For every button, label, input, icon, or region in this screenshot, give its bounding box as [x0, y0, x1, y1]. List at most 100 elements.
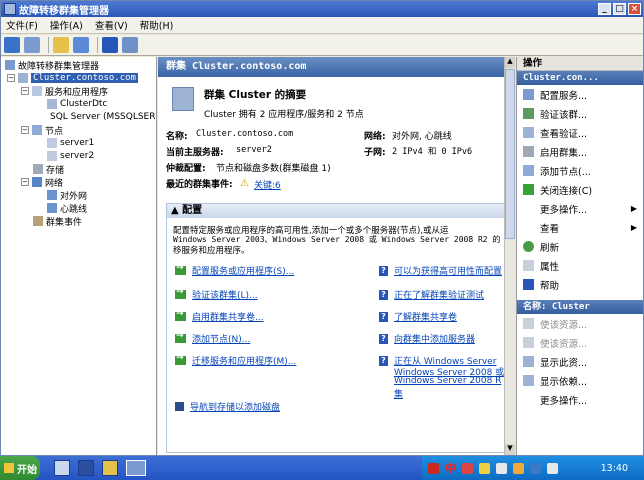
- tree-cluster[interactable]: − Cluster.contoso.com: [7, 72, 138, 84]
- action-show-report[interactable]: 显示此资...: [517, 352, 643, 371]
- tree-network-heartbeat[interactable]: 心跳线: [47, 202, 87, 215]
- help-add-server-link[interactable]: 向群集中添加服务器: [394, 332, 475, 345]
- add-disk-row[interactable]: 导航到存储以添加磁盘: [175, 400, 280, 413]
- menu-action[interactable]: 操作(A): [50, 18, 83, 32]
- action-more-2[interactable]: 更多操作...: [517, 390, 643, 409]
- add-disk-link[interactable]: 导航到存储以添加磁盘: [190, 400, 280, 413]
- back-icon[interactable]: [4, 37, 20, 53]
- tree-services[interactable]: − 服务和应用程序: [21, 85, 108, 98]
- action-help[interactable]: 帮助: [517, 275, 643, 294]
- help-validation-link[interactable]: 正在了解群集验证测试: [394, 288, 484, 301]
- scroll-up-icon[interactable]: ▲: [505, 57, 515, 68]
- help-csv-row[interactable]: ? 了解群集共享卷: [379, 310, 457, 323]
- tree-service-clusterdtc[interactable]: ClusterDtc: [47, 98, 107, 110]
- quorum-label: 仲裁配置:: [166, 164, 206, 174]
- help-icon: [523, 279, 534, 290]
- menu-help[interactable]: 帮助(H): [140, 18, 174, 32]
- action-properties[interactable]: 属性: [517, 256, 643, 275]
- enable-csv-row[interactable]: 启用群集共享卷...: [175, 309, 264, 323]
- tree-nodes[interactable]: − 节点: [21, 124, 63, 137]
- configure-service-link[interactable]: 配置服务或应用程序(S)...: [192, 264, 294, 277]
- network-tray-icon[interactable]: [530, 462, 541, 474]
- tray-icon[interactable]: [513, 462, 524, 474]
- add-node-link[interactable]: 添加节点(N)...: [192, 332, 250, 345]
- close-button[interactable]: ×: [628, 3, 641, 15]
- validate-cluster-link[interactable]: 验证该群集(L)...: [192, 288, 258, 301]
- start-button[interactable]: 开始: [0, 456, 40, 480]
- tray-icon[interactable]: [462, 462, 473, 474]
- show-action-pane-icon[interactable]: [122, 37, 138, 53]
- action-view-validation[interactable]: 查看验证...: [517, 123, 643, 142]
- collapse-icon[interactable]: −: [7, 74, 15, 82]
- cluster-summary: 群集 Cluster 的摘要 Cluster 拥有 2 应用程序/服务和 2 节…: [164, 79, 504, 179]
- explorer-icon[interactable]: [102, 460, 118, 476]
- help-add-server-row[interactable]: ? 向群集中添加服务器: [379, 332, 475, 345]
- help-icon: ?: [379, 333, 388, 344]
- action-refresh[interactable]: 刷新: [517, 237, 643, 256]
- critical-events-link[interactable]: 关键:6: [254, 178, 281, 191]
- help-validation-row[interactable]: ? 正在了解群集验证测试: [379, 288, 484, 301]
- actions-pane: 操作 Cluster.con... 配置服务... 验证该群... 查看验证..…: [516, 57, 643, 455]
- help-ha-link[interactable]: 可以为获得高可用性而配置: [394, 264, 502, 277]
- center-scrollbar[interactable]: ▲ ▼: [504, 57, 515, 455]
- help-migrate-link-4[interactable]: 集: [394, 387, 403, 400]
- action-take-offline[interactable]: 使该资源...: [517, 333, 643, 352]
- tree-root[interactable]: 故障转移群集管理器: [5, 59, 99, 72]
- scroll-down-icon[interactable]: ▼: [505, 444, 515, 455]
- action-show-dependency[interactable]: 显示依赖...: [517, 371, 643, 390]
- action-configure-service[interactable]: 配置服务...: [517, 85, 643, 104]
- forward-icon[interactable]: [24, 37, 40, 53]
- help-ha-row[interactable]: ? 可以为获得高可用性而配置: [379, 264, 502, 277]
- title-bar[interactable]: 故障转移群集管理器 _ □ ×: [1, 1, 643, 17]
- powershell-icon[interactable]: [78, 460, 94, 476]
- action-more[interactable]: 更多操作... ▶: [517, 199, 643, 218]
- tree-node-server2[interactable]: server2: [47, 150, 94, 162]
- warning-icon: ⚠: [240, 178, 249, 189]
- action-enable-csv[interactable]: 启用群集...: [517, 142, 643, 161]
- tree-networks[interactable]: − 网络: [21, 176, 63, 189]
- help-migrate-link-3[interactable]: Windows Server 2008 R: [394, 376, 501, 386]
- show-tree-icon[interactable]: [73, 37, 89, 53]
- scroll-thumb[interactable]: [505, 69, 515, 239]
- action-view[interactable]: 查看 ▶: [517, 218, 643, 237]
- validate-cluster-row[interactable]: 验证该群集(L)...: [175, 287, 258, 301]
- tray-app-icon[interactable]: [428, 462, 439, 474]
- migrate-row[interactable]: 迁移服务和应用程序(M)...: [175, 353, 296, 367]
- action-add-node[interactable]: 添加节点(...: [517, 161, 643, 180]
- collapse-icon[interactable]: −: [21, 126, 29, 134]
- help-icon[interactable]: [102, 37, 118, 53]
- tray-icon[interactable]: [496, 462, 507, 474]
- server-manager-icon[interactable]: [54, 460, 70, 476]
- maximize-button[interactable]: □: [613, 3, 626, 15]
- tree-network-external[interactable]: 对外网: [47, 189, 87, 202]
- add-node-row[interactable]: 添加节点(N)...: [175, 331, 250, 345]
- ime-indicator[interactable]: 中: [445, 460, 456, 476]
- menu-file[interactable]: 文件(F): [6, 18, 38, 32]
- name-cluster-header[interactable]: 名称: Cluster: [517, 300, 643, 314]
- clock[interactable]: 13:40: [601, 463, 628, 474]
- tree-service-sqlserver[interactable]: SQL Server (MSSQLSERVER): [47, 111, 155, 123]
- tree-storage[interactable]: 存储: [33, 163, 64, 176]
- window-title: 故障转移群集管理器: [19, 5, 109, 17]
- volume-tray-icon[interactable]: [547, 462, 558, 474]
- enable-csv-link[interactable]: 启用群集共享卷...: [192, 310, 264, 323]
- help-csv-link[interactable]: 了解群集共享卷: [394, 310, 457, 323]
- action-bring-online[interactable]: 使该资源...: [517, 314, 643, 333]
- menu-view[interactable]: 查看(V): [95, 18, 128, 32]
- up-folder-icon[interactable]: [53, 37, 69, 53]
- nodes-icon: [32, 125, 42, 135]
- cluster-manager-taskbar-icon[interactable]: [126, 460, 146, 476]
- navigation-tree: 故障转移群集管理器 − Cluster.contoso.com − 服务和应用程…: [1, 57, 157, 455]
- collapse-icon[interactable]: −: [21, 178, 29, 186]
- collapse-icon[interactable]: −: [21, 87, 29, 95]
- configure-header[interactable]: ▲ 配置: [167, 204, 505, 218]
- tray-icon[interactable]: [479, 462, 490, 474]
- configure-service-row[interactable]: 配置服务或应用程序(S)...: [175, 263, 294, 277]
- tree-node-server1[interactable]: server1: [47, 137, 94, 149]
- minimize-button[interactable]: _: [598, 3, 611, 15]
- migrate-link[interactable]: 迁移服务和应用程序(M)...: [192, 354, 296, 367]
- cluster-actions-header[interactable]: Cluster.con...: [517, 71, 643, 85]
- action-close-connection[interactable]: 关闭连接(C): [517, 180, 643, 199]
- action-validate[interactable]: 验证该群...: [517, 104, 643, 123]
- tree-events[interactable]: 群集事件: [33, 215, 82, 228]
